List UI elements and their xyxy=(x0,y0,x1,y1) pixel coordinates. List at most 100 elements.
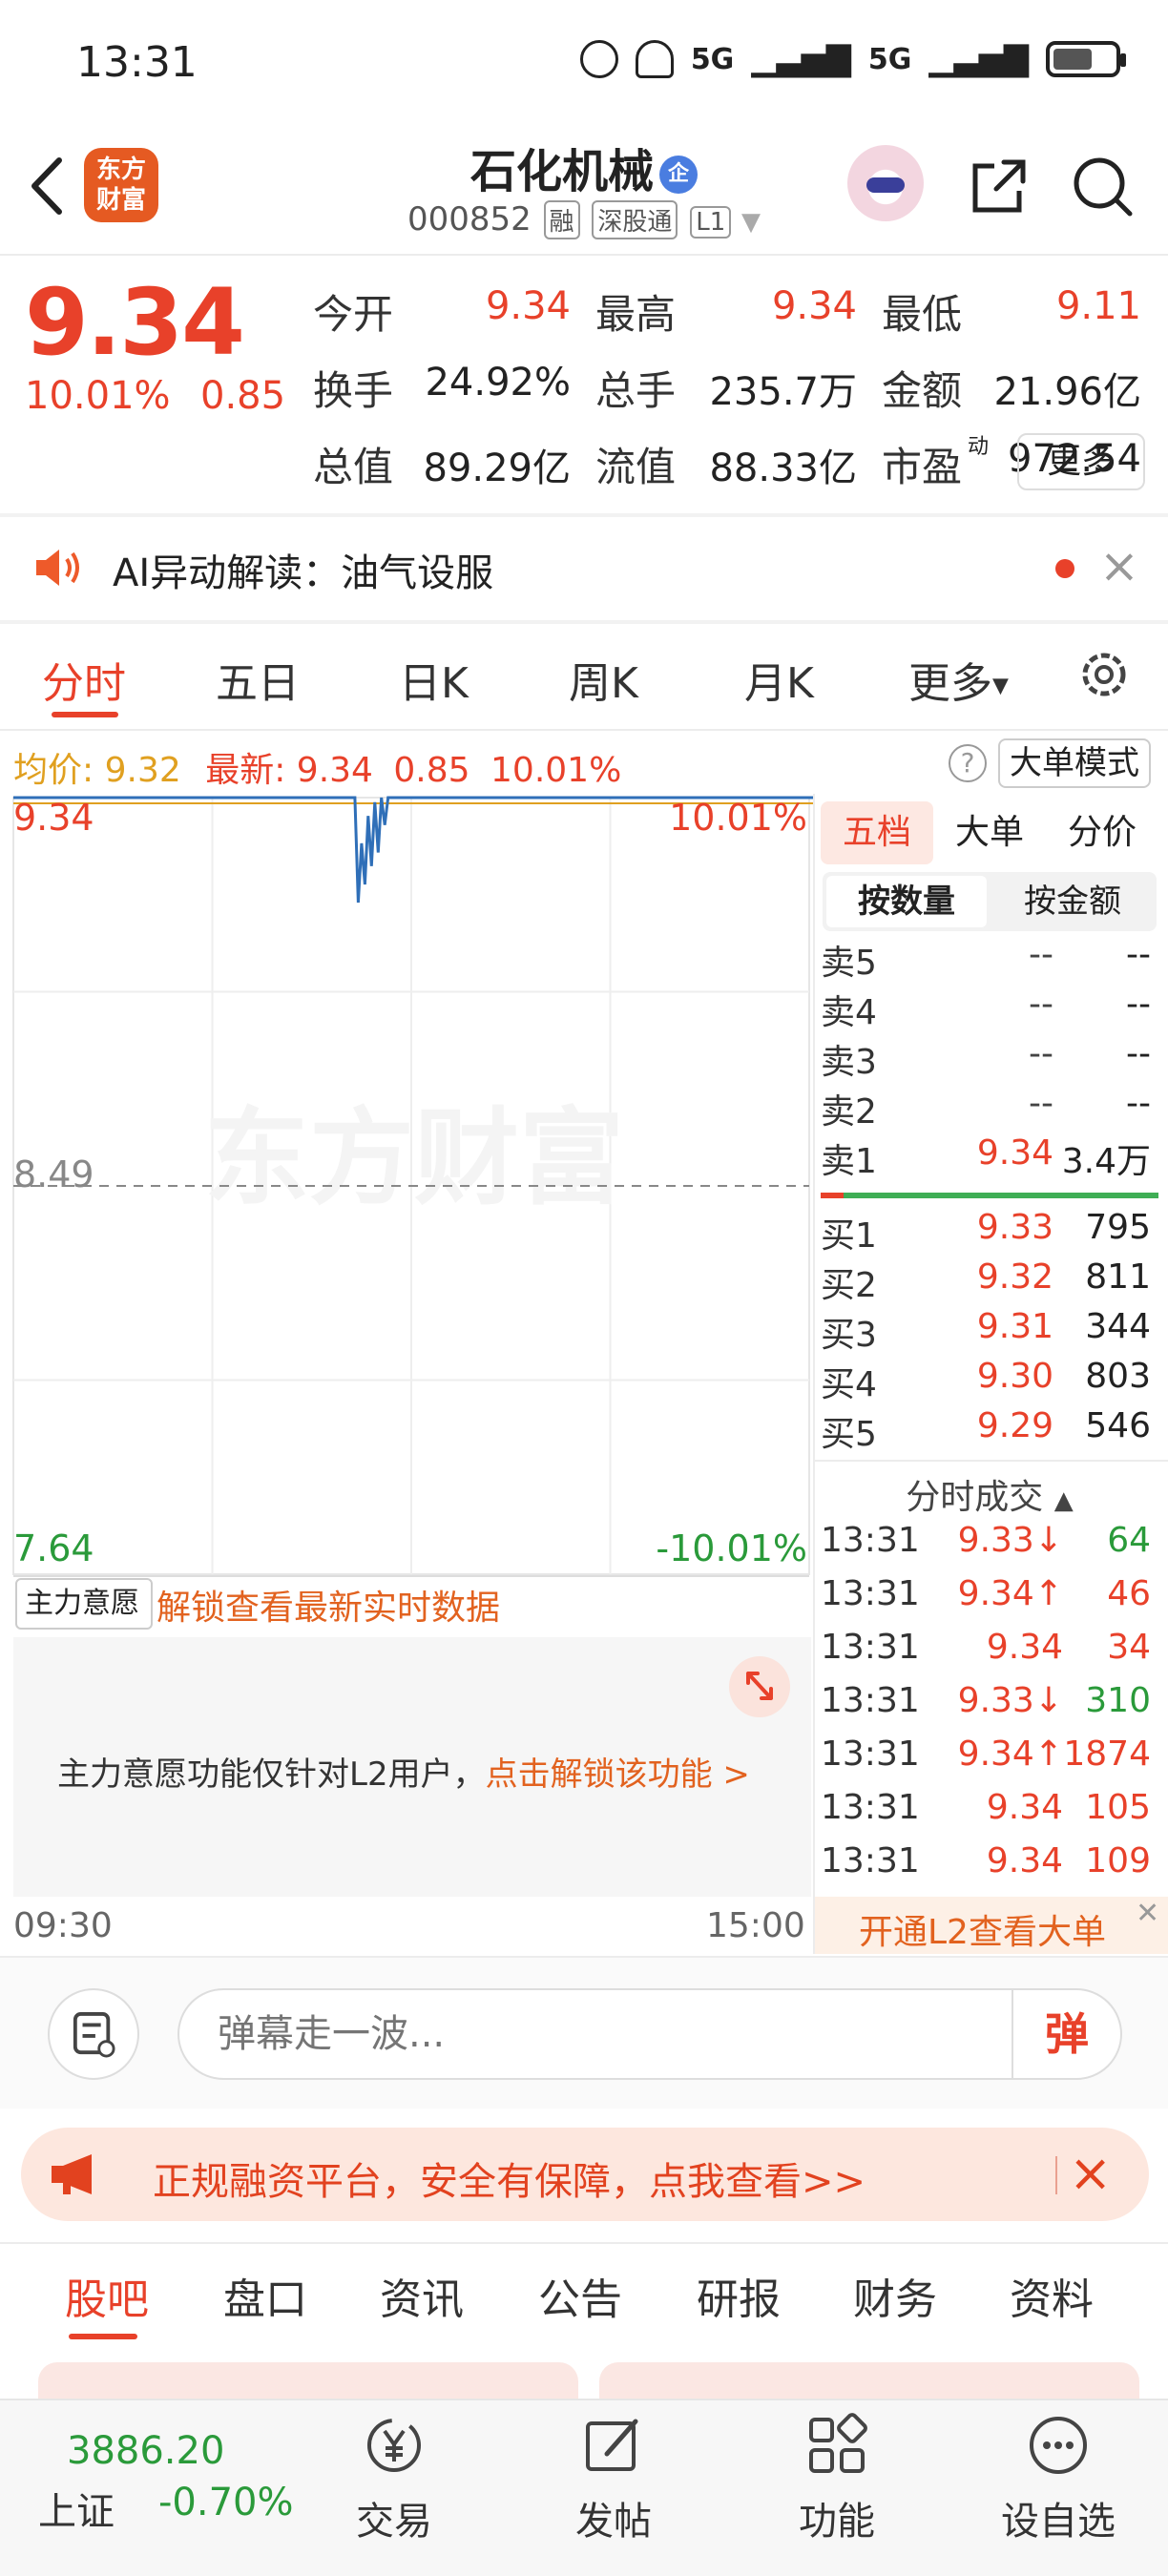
enterprise-badge: 企 xyxy=(659,156,698,194)
main-force-message: 主力意愿功能仅针对L2用户，点击解锁该功能 > xyxy=(57,1748,750,1795)
functions-grid-icon[interactable] xyxy=(803,2412,870,2479)
tab-monthly-k[interactable]: 月K xyxy=(744,649,814,710)
post-card-preview[interactable] xyxy=(599,2362,1139,2400)
status-time: 13:31 xyxy=(76,38,198,87)
tab-research[interactable]: 研报 xyxy=(697,2265,781,2326)
level-label: 买3 xyxy=(821,1316,877,1355)
trade-price: 9.34↑ xyxy=(957,1735,1063,1774)
trade-row: 13:31 9.34 109 xyxy=(821,1841,1158,1895)
nav-post[interactable]: 发帖 xyxy=(537,2490,690,2545)
main-force-select[interactable]: 主力意愿 ▼ xyxy=(15,1578,153,1665)
tab-daily-k[interactable]: 日K xyxy=(399,649,469,710)
trades-title-text: 分时成交 xyxy=(906,1478,1044,1517)
level-volume: 803 xyxy=(1085,1357,1151,1396)
nav-trade[interactable]: 交易 xyxy=(318,2490,470,2545)
nav-functions[interactable]: 功能 xyxy=(761,2490,913,2545)
dropdown-triangle-icon: ▼ xyxy=(741,208,761,237)
ask-row[interactable]: 卖5 -- -- xyxy=(821,935,1158,985)
ai-insight-text[interactable]: AI异动解读：油气设服 xyxy=(113,542,493,597)
unlock-feature-link[interactable]: 点击解锁该功能 > xyxy=(486,1755,750,1794)
bid-row[interactable]: 买3 9.31 344 xyxy=(821,1307,1158,1357)
trade-row: 13:31 9.33↓ 310 xyxy=(821,1681,1158,1735)
avg-value: 9.32 xyxy=(104,751,181,790)
bid-row[interactable]: 买4 9.30 803 xyxy=(821,1357,1158,1406)
add-watchlist-icon[interactable] xyxy=(1025,2412,1092,2479)
tab-news[interactable]: 资讯 xyxy=(380,2265,464,2326)
tab-big-order[interactable]: 大单 xyxy=(933,801,1046,864)
post-edit-icon[interactable] xyxy=(580,2412,647,2479)
promo-close-icon[interactable]: × xyxy=(1069,2145,1112,2202)
level-price: 9.34 xyxy=(976,1133,1053,1173)
level-volume: 811 xyxy=(1085,1257,1151,1297)
quote-label: 最高 xyxy=(595,291,677,338)
trade-time: 13:31 xyxy=(821,1735,920,1774)
danmu-settings-icon[interactable] xyxy=(48,1988,139,2080)
ask-row[interactable]: 卖1 9.34 3.4万 xyxy=(821,1133,1158,1183)
alarm-icon xyxy=(579,40,618,78)
l2-upgrade-text[interactable]: 开通L2查看大单 xyxy=(859,1904,1106,1954)
ask-row[interactable]: 卖4 -- -- xyxy=(821,985,1158,1034)
nav-add-watchlist[interactable]: 设自选 xyxy=(982,2490,1135,2545)
bid-row[interactable]: 买5 9.29 546 xyxy=(821,1406,1158,1456)
search-icon[interactable] xyxy=(1069,153,1136,219)
expand-icon[interactable] xyxy=(729,1656,790,1717)
promo-text[interactable]: 正规融资平台，安全有保障，点我查看>> xyxy=(153,2150,866,2206)
trade-volume: 64 xyxy=(1107,1521,1151,1560)
trade-volume: 34 xyxy=(1107,1628,1151,1667)
subtab-by-amount[interactable]: 按金额 xyxy=(992,876,1153,927)
signal-label-1: 5G xyxy=(690,42,735,76)
tab-price-dist[interactable]: 分价 xyxy=(1046,801,1158,864)
big-order-mode-button[interactable]: 大单模式 xyxy=(998,738,1151,788)
index-name[interactable]: 上证 xyxy=(38,2481,115,2536)
level-price: -- xyxy=(1029,985,1053,1024)
tab-level5[interactable]: 五档 xyxy=(821,801,933,864)
change-percent: 10.01% xyxy=(25,374,171,418)
tab-guba[interactable]: 股吧 xyxy=(65,2265,149,2326)
quote-value: 235.7万 xyxy=(709,370,857,414)
pct-min-label: -10.01% xyxy=(656,1527,807,1569)
trade-price: 9.33↓ xyxy=(957,1681,1063,1720)
ai-robot-icon[interactable] xyxy=(847,145,924,221)
trade-time: 13:31 xyxy=(821,1521,920,1560)
ask-row[interactable]: 卖3 -- -- xyxy=(821,1034,1158,1084)
tab-more[interactable]: 更多▼ xyxy=(908,649,1009,710)
close-icon[interactable]: × xyxy=(1099,542,1139,590)
tab-profile[interactable]: 资料 xyxy=(1010,2265,1094,2326)
more-button[interactable]: 更多 xyxy=(1017,433,1145,490)
index-percent[interactable]: -0.70% xyxy=(158,2481,294,2524)
latest-change: 0.85 xyxy=(393,751,470,790)
gear-icon[interactable] xyxy=(1076,647,1132,702)
post-card-preview[interactable] xyxy=(38,2362,578,2400)
danmu-send-button[interactable]: 弹 xyxy=(1012,1990,1120,2078)
tab-intraday[interactable]: 分时 xyxy=(42,649,126,710)
quote-value: 9.11 xyxy=(1055,284,1141,328)
chart-watermark: 东方财富 xyxy=(204,1097,624,1219)
trade-price: 9.33↓ xyxy=(957,1521,1063,1560)
share-icon[interactable] xyxy=(966,153,1032,219)
l2-close-icon[interactable]: ✕ xyxy=(1136,1897,1159,1930)
trade-time: 13:31 xyxy=(821,1628,920,1667)
tab-pankou[interactable]: 盘口 xyxy=(223,2265,307,2326)
bid-row[interactable]: 买1 9.33 795 xyxy=(821,1208,1158,1257)
level-label: 卖4 xyxy=(821,993,877,1032)
tab-finance[interactable]: 财务 xyxy=(853,2265,937,2326)
bid-ask-ratio-bar xyxy=(821,1193,1158,1198)
tab-five-day[interactable]: 五日 xyxy=(216,649,300,710)
signal-icon-2: ▁▃▅▇ xyxy=(928,40,1029,78)
tab-weekly-k[interactable]: 周K xyxy=(569,649,638,710)
ask-row[interactable]: 卖2 -- -- xyxy=(821,1084,1158,1133)
level-price: -- xyxy=(1029,935,1053,974)
help-icon[interactable]: ? xyxy=(949,744,987,782)
tab-announcements[interactable]: 公告 xyxy=(538,2265,622,2326)
trades-title[interactable]: 分时成交 ▲ xyxy=(821,1469,1158,1519)
current-price: 9.34 xyxy=(25,269,245,376)
unlock-realtime-link[interactable]: 解锁查看最新实时数据 xyxy=(156,1580,500,1630)
trade-time: 13:31 xyxy=(821,1841,920,1880)
latest-label: 最新: xyxy=(205,751,286,790)
danmu-input[interactable] xyxy=(177,1988,1122,2080)
index-value[interactable]: 3886.20 xyxy=(67,2429,224,2473)
trade-yen-icon[interactable] xyxy=(361,2412,428,2479)
bid-row[interactable]: 买2 9.32 811 xyxy=(821,1257,1158,1307)
subtab-by-volume[interactable]: 按数量 xyxy=(826,876,987,927)
x-end-label: 15:00 xyxy=(706,1906,805,1945)
